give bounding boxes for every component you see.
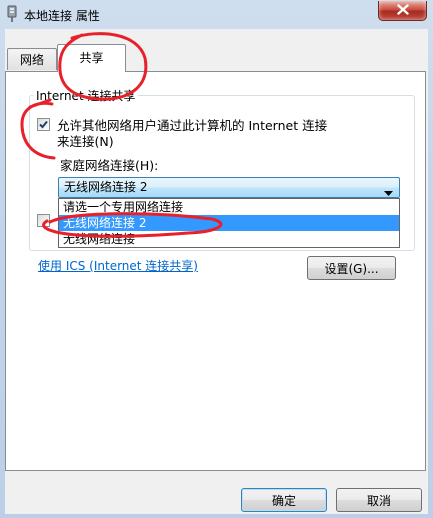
tab-sharing[interactable]: 共享 (57, 44, 126, 72)
second-checkbox[interactable] (37, 214, 50, 227)
home-network-select[interactable]: 无线网络连接 2 (58, 177, 400, 198)
network-connection-icon (6, 5, 18, 23)
close-icon (396, 3, 409, 18)
ok-button[interactable]: 确定 (241, 488, 327, 512)
ics-help-link[interactable]: 使用 ICS (Internet 连接共享) (38, 257, 198, 274)
tab-label: 共享 (79, 50, 104, 65)
button-label: 取消 (366, 493, 391, 508)
home-network-label: 家庭网络连接(H): (60, 158, 159, 173)
settings-button[interactable]: 设置(G)... (307, 256, 396, 280)
cancel-button[interactable]: 取消 (336, 488, 422, 512)
allow-connect-checkbox[interactable] (37, 118, 50, 131)
dropdown-option[interactable]: 无线网络连接 (59, 231, 399, 247)
dropdown-option[interactable]: 请选一个专用网络连接 (59, 199, 399, 215)
home-network-dropdown-list: 请选一个专用网络连接 无线网络连接 2 无线网络连接 (58, 198, 400, 248)
select-value: 无线网络连接 2 (64, 180, 148, 194)
dropdown-option[interactable]: 无线网络连接 2 (59, 215, 399, 231)
checkmark-icon (39, 120, 48, 129)
close-button[interactable] (378, 1, 427, 21)
allow-connect-label-line2[interactable]: 来连接(N) (57, 131, 114, 150)
tab-label: 网络 (19, 53, 44, 67)
tab-network[interactable]: 网络 (7, 48, 57, 70)
button-label: 确定 (271, 493, 296, 508)
window-title: 本地连接 属性 (24, 9, 100, 23)
button-label: 设置(G)... (324, 261, 379, 276)
group-title: Internet 连接共享 (33, 87, 139, 104)
chevron-down-icon (384, 185, 393, 199)
